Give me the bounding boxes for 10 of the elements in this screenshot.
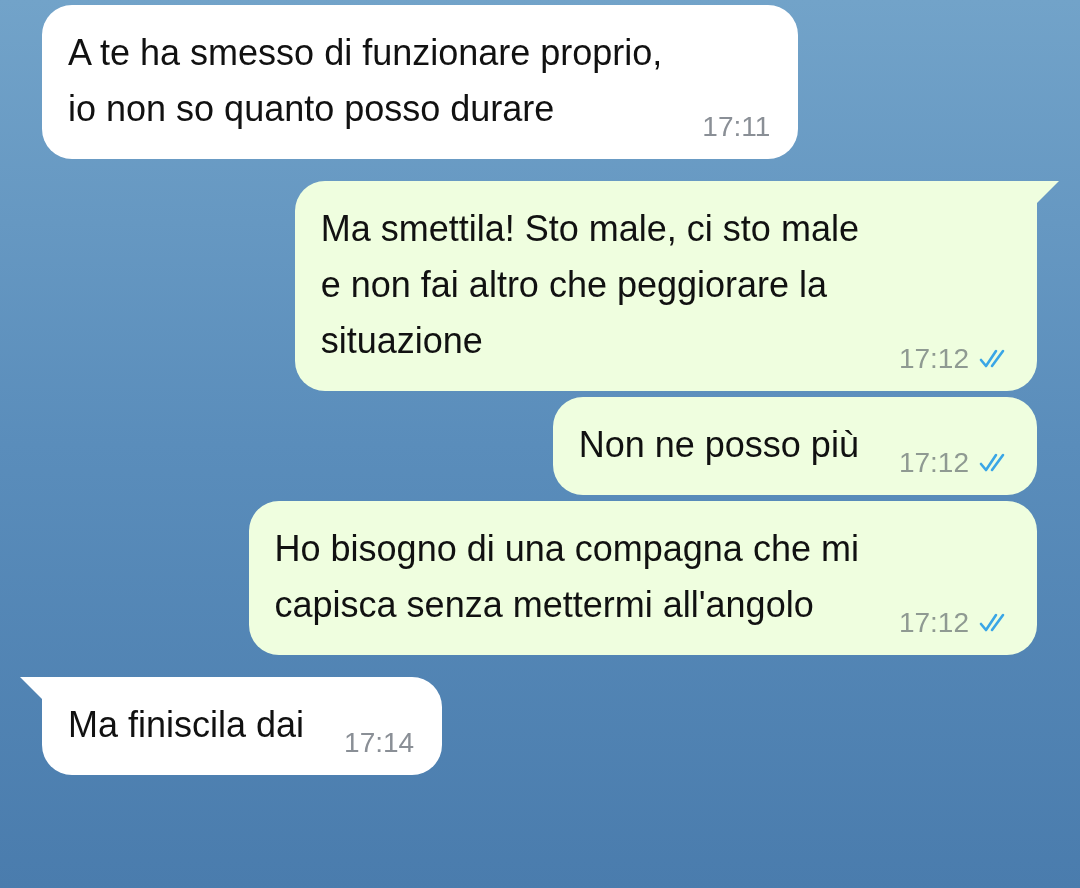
- message-text: Ma smettila! Sto male, ci sto male e non fai altro che peggiorare la situazione: [320, 207, 859, 363]
- message-text: Ma finiscila dai: [68, 703, 305, 747]
- message-time: 17:14: [344, 727, 415, 759]
- message-text: Non ne posso più: [578, 423, 859, 467]
- message-time: 17:12: [898, 343, 969, 375]
- message-time: 17:12: [898, 447, 969, 479]
- message-time: 17:12: [898, 607, 969, 639]
- message-time: 17:11: [702, 111, 771, 143]
- message-text: A te ha smesso di funzionare proprio, io non so quanto posso durare: [68, 31, 663, 131]
- message-text: Ho bisogno di una compagna che mi capisca senza mettermi all'angolo: [274, 527, 859, 627]
